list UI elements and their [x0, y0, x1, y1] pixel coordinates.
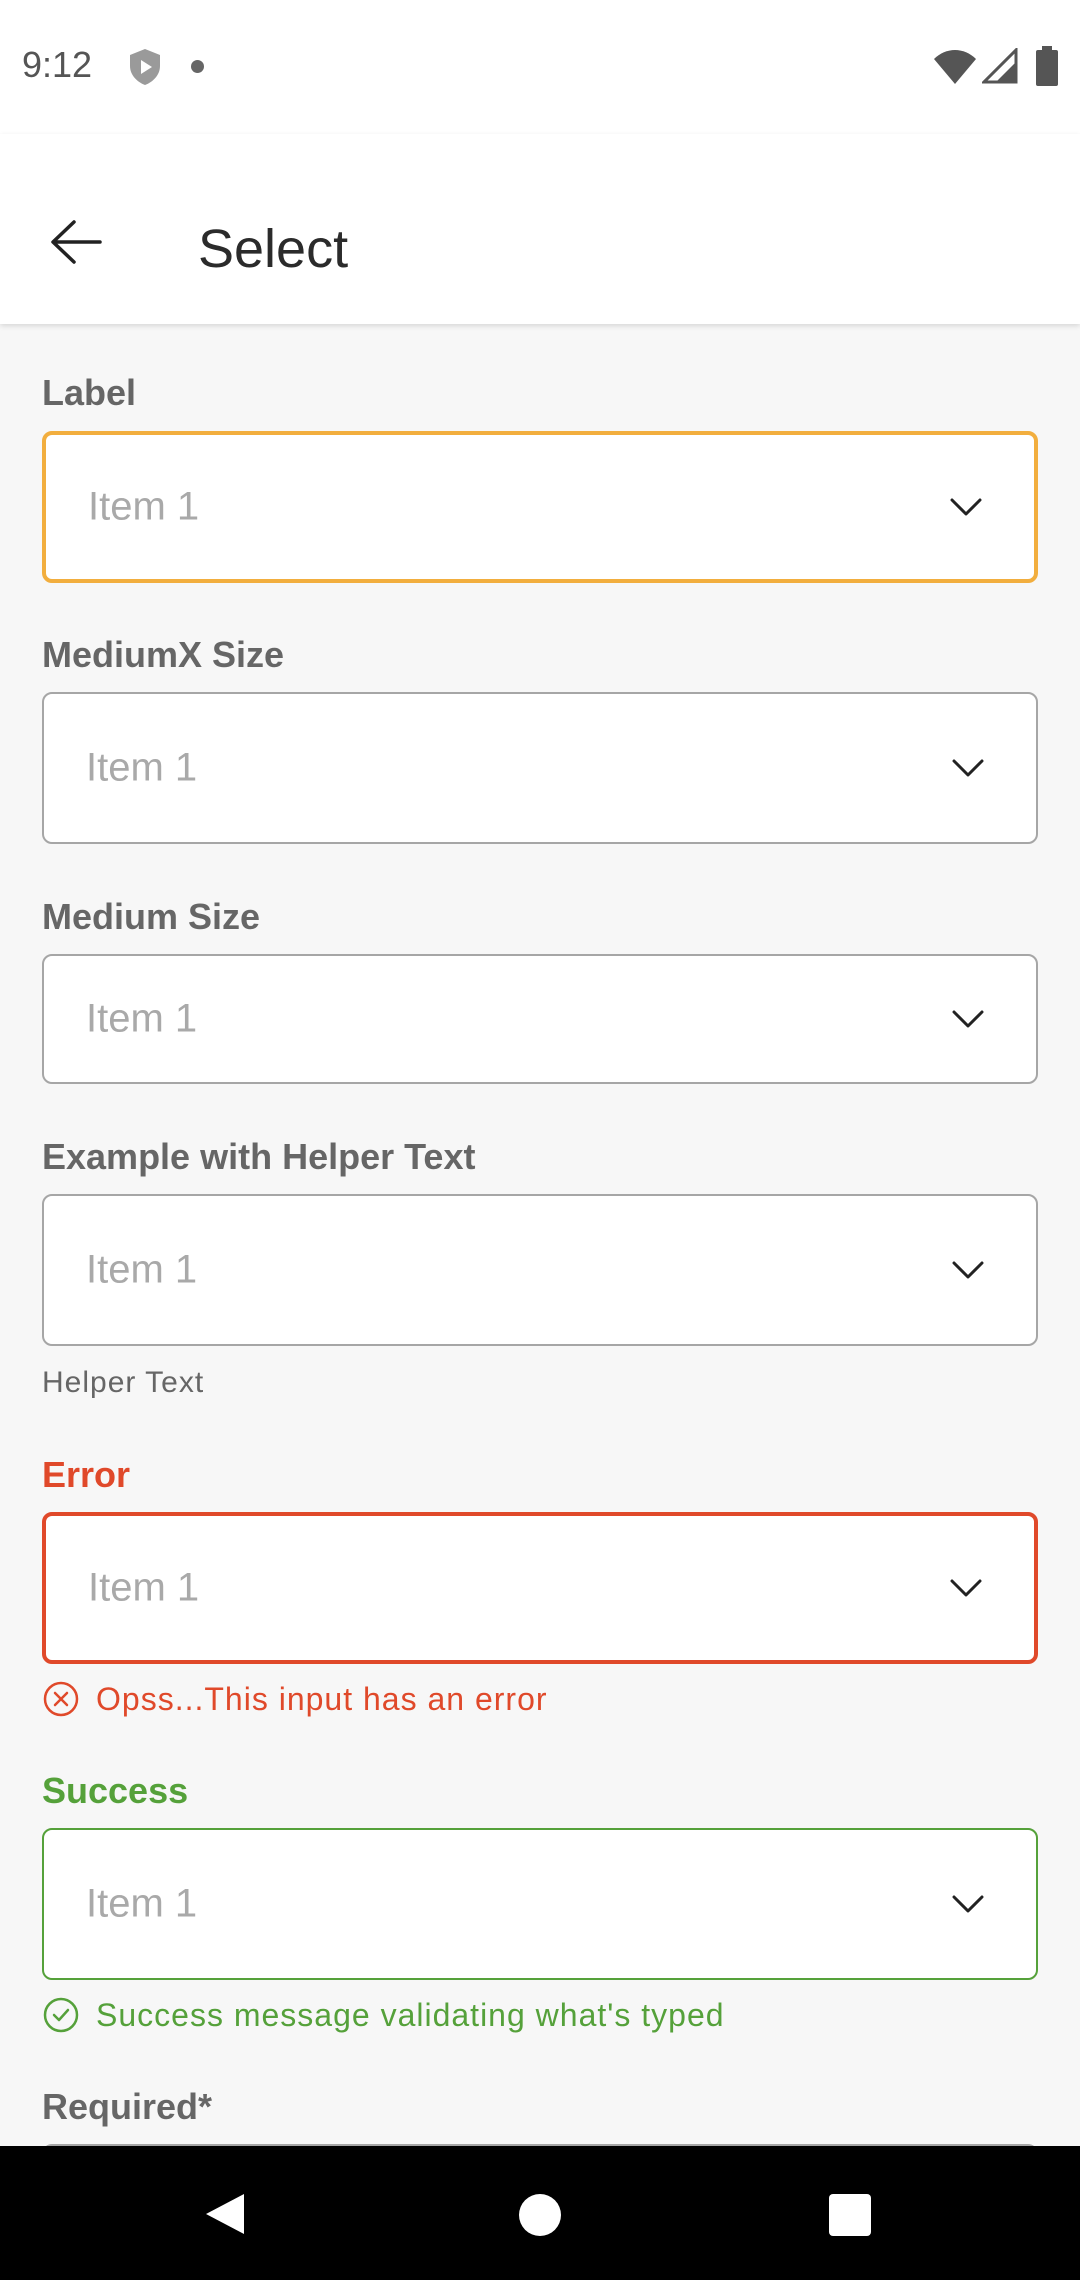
app-bar: Select: [0, 134, 1080, 324]
select-value: Item 1: [86, 745, 198, 790]
chevron-down-icon: [952, 759, 984, 777]
select-examples-list[interactable]: Label Item 1 MediumX Size Item 1 Medium …: [0, 324, 1080, 2146]
status-bar: 9:12: [0, 0, 1080, 134]
select-success[interactable]: Item 1: [42, 1828, 1038, 1980]
chevron-down-icon: [952, 1010, 984, 1028]
nav-back-icon[interactable]: [204, 2192, 246, 2236]
field-label-success: Success: [42, 1770, 189, 1811]
nav-home-icon[interactable]: [519, 2194, 561, 2236]
notification-dot-icon: [191, 60, 204, 73]
page-title: Select: [198, 219, 349, 279]
error-circle-x-icon: [43, 1681, 79, 1717]
cell-signal-icon: [982, 48, 1018, 84]
select-label[interactable]: Item 1: [42, 431, 1038, 583]
select-error[interactable]: Item 1: [42, 1512, 1038, 1664]
chevron-down-icon: [952, 1895, 984, 1913]
chevron-down-icon: [950, 1579, 982, 1597]
helper-text: Helper Text: [42, 1366, 205, 1399]
chevron-down-icon: [950, 498, 982, 516]
select-value: Item 1: [88, 1565, 200, 1610]
field-label-mediumx-size: MediumX Size: [42, 634, 285, 675]
select-helper-example[interactable]: Item 1: [42, 1194, 1038, 1346]
select-value: Item 1: [86, 1881, 198, 1926]
system-nav-bar: [0, 2146, 1080, 2280]
wifi-icon: [934, 50, 976, 84]
success-message-text: Success message validating what's typed: [96, 1997, 725, 2033]
select-value: Item 1: [86, 1247, 198, 1292]
shield-play-icon: [130, 49, 160, 85]
battery-icon: [1036, 46, 1058, 86]
field-label-helper-example: Example with Helper Text: [42, 1136, 476, 1177]
select-medium-size[interactable]: Item 1: [42, 954, 1038, 1084]
error-message-text: Opss...This input has an error: [96, 1681, 548, 1717]
status-time: 9:12: [22, 44, 93, 85]
nav-recents-icon[interactable]: [829, 2194, 871, 2236]
chevron-down-icon: [952, 1261, 984, 1279]
back-arrow-icon[interactable]: [50, 220, 102, 264]
select-value: Item 1: [88, 484, 200, 529]
field-label-medium-size: Medium Size: [42, 896, 261, 937]
success-check-circle-icon: [43, 1997, 79, 2033]
field-label-label: Label: [42, 372, 137, 413]
field-label-required: Required*: [42, 2086, 213, 2127]
select-value: Item 1: [86, 996, 198, 1041]
select-mediumx-size[interactable]: Item 1: [42, 692, 1038, 844]
field-label-error: Error: [42, 1454, 131, 1495]
